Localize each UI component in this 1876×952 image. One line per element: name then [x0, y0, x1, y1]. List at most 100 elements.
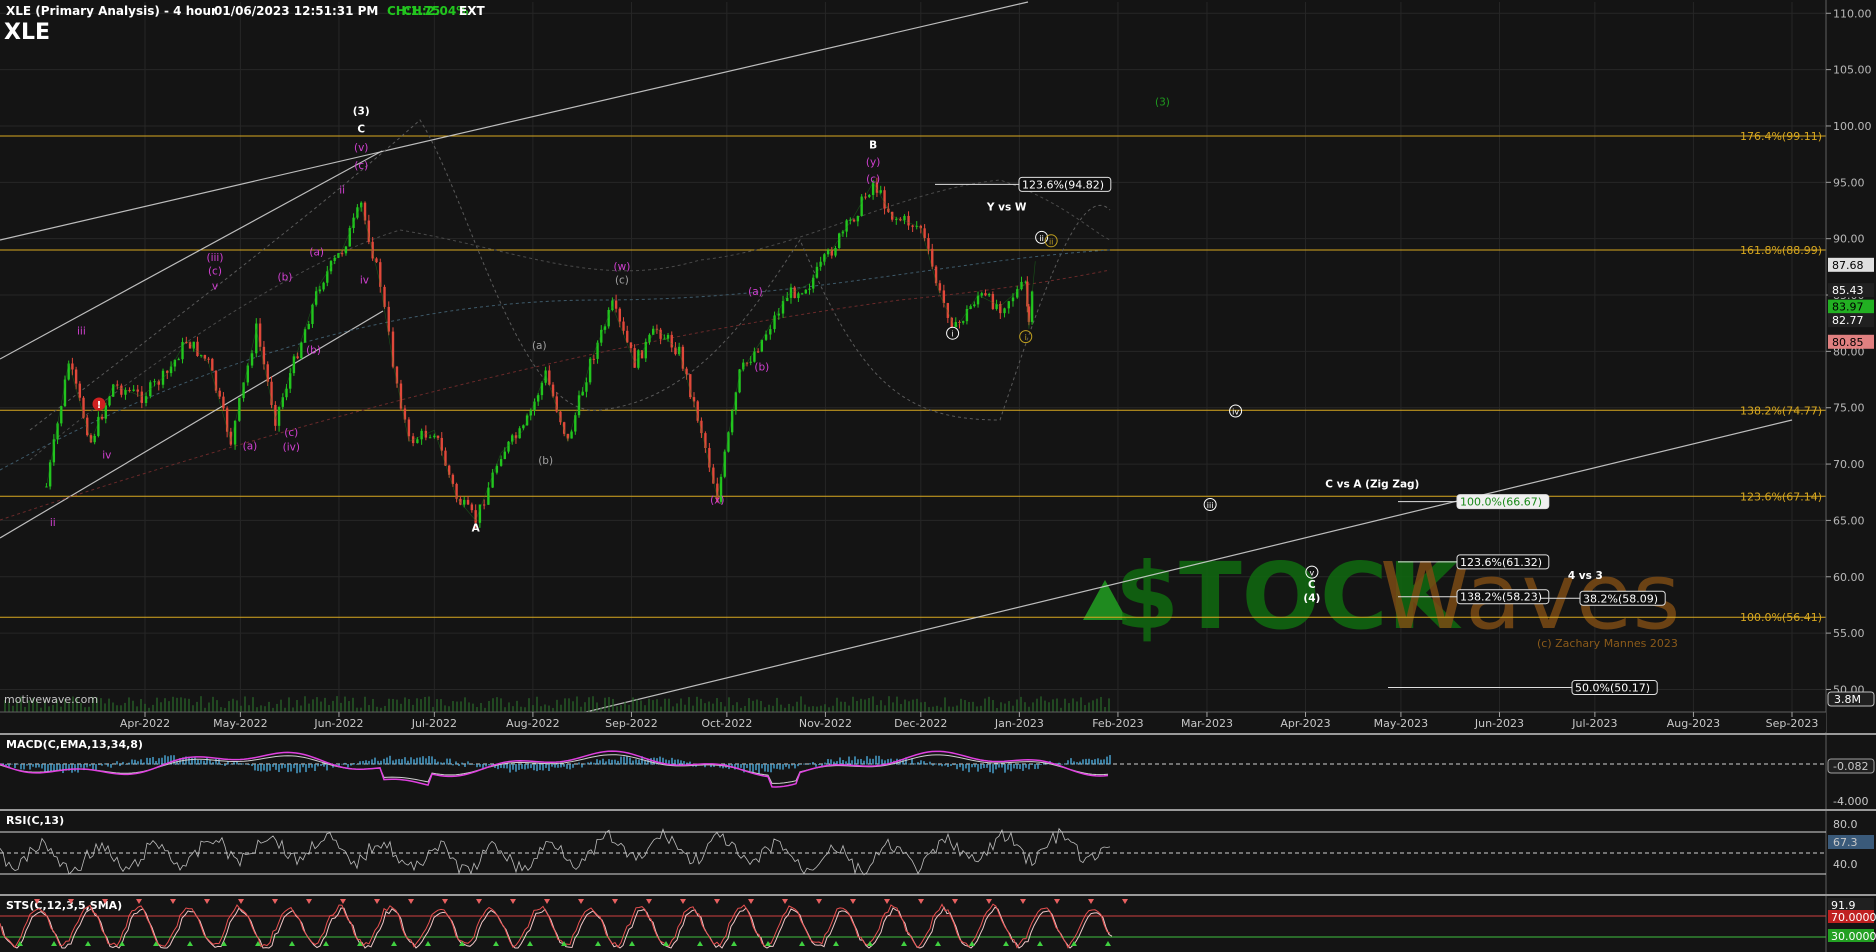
volume-bar — [484, 707, 486, 712]
macd-histogram-bar — [320, 764, 322, 766]
price-axis-tick-label: 105.00 — [1833, 64, 1872, 77]
projection-label: 100.0%(66.67) — [1460, 496, 1542, 509]
volume-bar — [944, 697, 946, 712]
fib-level-label: 100.0%(56.41) — [1740, 611, 1822, 624]
volume-bar — [1036, 698, 1038, 712]
candle-body — [463, 499, 466, 505]
macd-histogram-bar — [317, 764, 319, 767]
volume-bar — [660, 706, 662, 712]
volume-bar — [48, 706, 50, 712]
macd-histogram-bar — [1109, 755, 1111, 765]
macd-histogram-bar — [878, 755, 880, 765]
stoch-axis-label: 30.0000 — [1831, 930, 1876, 943]
candle-body — [181, 342, 184, 360]
volume-bar — [328, 704, 330, 712]
volume-bar — [196, 701, 198, 712]
time-axis-tick-label: Aug-2022 — [506, 717, 559, 730]
macd-histogram-bar — [50, 764, 52, 772]
macd-histogram-bar — [1022, 764, 1024, 771]
candle-body — [622, 321, 625, 331]
macd-histogram-bar — [1028, 764, 1030, 770]
volume-bar — [776, 697, 778, 712]
volume-bar — [684, 704, 686, 712]
candle-body — [938, 283, 942, 291]
macd-histogram-bar — [344, 762, 346, 765]
macd-histogram-bar — [215, 758, 217, 765]
candle-body — [153, 381, 156, 383]
macd-histogram-bar — [377, 760, 379, 765]
volume-bar — [700, 698, 702, 712]
candle-body — [233, 420, 237, 445]
candle-body — [78, 383, 82, 398]
volume-bar — [980, 705, 982, 712]
volume-bar — [24, 706, 26, 712]
candle-body — [797, 293, 800, 299]
macd-histogram-bar — [803, 763, 805, 765]
volume-bar — [536, 696, 538, 712]
volume-bar — [796, 701, 798, 712]
source-watermark: motivewave.com — [4, 693, 98, 706]
volume-bar — [256, 707, 258, 712]
volume-bar — [432, 706, 434, 712]
volume-bar — [412, 704, 414, 712]
volume-bar — [724, 706, 726, 712]
macd-histogram-bar — [809, 763, 811, 765]
price-axis-tick-label: 100.00 — [1833, 120, 1872, 133]
volume-bar — [1048, 702, 1050, 712]
macd-histogram-bar — [767, 764, 769, 772]
macd-histogram-bar — [140, 759, 142, 765]
volume-bar — [1008, 701, 1010, 712]
macd-histogram-bar — [881, 759, 883, 765]
candle-body — [749, 361, 752, 363]
macd-histogram-bar — [278, 764, 280, 773]
circled-wave-label: ii — [1049, 237, 1053, 246]
volume-bar — [808, 706, 810, 712]
volume-bar — [436, 699, 438, 712]
volume-bar — [704, 703, 706, 712]
volume-bar — [208, 702, 210, 712]
macd-histogram-bar — [980, 764, 982, 769]
macd-histogram-bar — [815, 764, 817, 767]
candle-body — [834, 247, 837, 256]
wave-label: (3) — [1155, 97, 1170, 109]
macd-histogram-bar — [428, 756, 430, 765]
candle-body — [387, 306, 390, 332]
circled-wave-label: i — [951, 330, 953, 339]
macd-histogram-bar — [80, 764, 82, 768]
time-axis-tick-label: Jan-2023 — [994, 717, 1044, 730]
circled-wave-label: i — [1025, 333, 1027, 342]
macd-histogram-bar — [398, 758, 400, 765]
volume-bar — [160, 702, 162, 712]
wave-label: (a) — [532, 340, 547, 352]
volume-bar — [488, 701, 490, 712]
candle-body — [1007, 301, 1010, 309]
macd-histogram-bar — [785, 764, 787, 767]
macd-histogram-bar — [1016, 764, 1018, 769]
macd-histogram-bar — [212, 762, 214, 765]
candle-body — [311, 304, 314, 324]
macd-histogram-bar — [956, 764, 958, 770]
candle-body — [962, 321, 965, 323]
candle-body — [455, 483, 458, 499]
volume-bar — [716, 698, 718, 712]
wave-label: C vs A (Zig Zag) — [1325, 479, 1419, 491]
candle-body — [326, 271, 329, 283]
volume-bar — [388, 698, 390, 712]
volume-bar — [504, 707, 506, 712]
volume-bar — [916, 698, 918, 712]
wave-label: (x) — [710, 495, 724, 507]
candle-body — [1003, 308, 1006, 314]
macd-histogram-bar — [977, 764, 979, 772]
volume-bar — [608, 697, 610, 712]
macd-histogram-bar — [308, 764, 310, 768]
wave-label: A — [472, 523, 481, 535]
wave-label: (iv) — [283, 442, 300, 454]
macd-histogram-bar — [554, 764, 556, 768]
wave-label: (4) — [1303, 593, 1320, 605]
circled-wave-label: v — [1310, 569, 1315, 578]
macd-histogram-bar — [599, 760, 601, 765]
macd-histogram-bar — [518, 764, 520, 770]
macd-histogram-bar — [773, 764, 775, 769]
volume-bar — [212, 696, 214, 712]
volume-bar — [912, 699, 914, 712]
